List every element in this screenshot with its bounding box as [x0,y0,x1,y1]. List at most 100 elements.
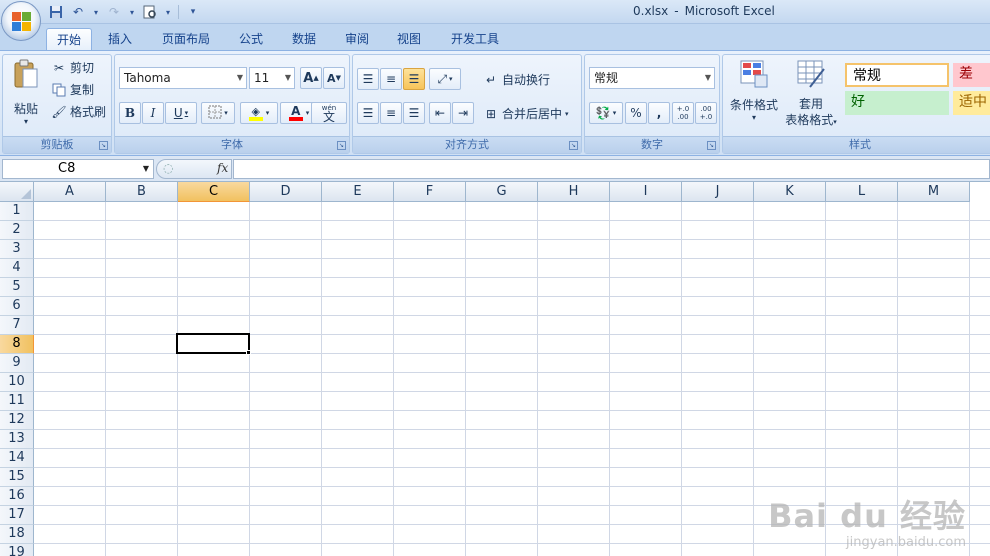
column-header-k[interactable]: K [754,182,826,202]
column-header-d[interactable]: D [250,182,322,202]
paste-button[interactable]: 粘贴 ▾ [9,59,43,129]
column-header-j[interactable]: J [682,182,754,202]
insert-function-button[interactable]: fx [217,161,228,175]
tab-formulas[interactable]: 公式 [229,28,273,50]
office-button[interactable] [1,1,41,41]
font-launcher-icon[interactable]: ↘ [337,141,346,150]
align-left-button[interactable]: ☰ [357,102,379,124]
number-launcher-icon[interactable]: ↘ [707,141,716,150]
column-header-i[interactable]: I [610,182,682,202]
row-header-9[interactable]: 9 [0,354,34,373]
align-bottom-button[interactable]: ☰ [403,68,425,90]
tab-page-layout[interactable]: 页面布局 [152,28,220,50]
fill-handle[interactable] [246,350,251,355]
style-good[interactable]: 好 [845,91,949,115]
undo-dropdown-icon[interactable]: ▾ [92,4,100,20]
column-header-a[interactable]: A [34,182,106,202]
row-header-4[interactable]: 4 [0,259,34,278]
increase-decimal-button[interactable]: +.0 .00 [672,102,694,124]
align-center-button[interactable]: ≡ [380,102,402,124]
accounting-button[interactable]: 💱 ▾ [589,102,623,124]
name-box[interactable]: C8 ▼ [2,159,154,179]
tab-view[interactable]: 视图 [387,28,431,50]
cut-button[interactable]: ✂ 剪切 [51,57,94,78]
fill-color-button[interactable]: ◈ ▾ [240,102,278,124]
column-header-c[interactable]: C [178,182,250,202]
row-header-5[interactable]: 5 [0,278,34,297]
style-normal[interactable]: 常规 [845,63,949,87]
comma-button[interactable]: , [648,102,670,124]
column-header-g[interactable]: G [466,182,538,202]
phonetic-button[interactable]: wén 文 [311,102,347,124]
font-size-combo[interactable]: 11 ▼ [249,67,295,89]
save-icon[interactable] [48,4,64,20]
redo-dropdown-icon[interactable]: ▾ [128,4,136,20]
formula-input[interactable] [233,159,990,179]
print-dropdown-icon[interactable]: ▾ [164,4,172,20]
decrease-decimal-button[interactable]: .00 +.0 [695,102,717,124]
grow-font-button[interactable]: A ▲ [300,67,322,89]
row-header-12[interactable]: 12 [0,411,34,430]
style-bad[interactable]: 差 [953,63,990,87]
row-header-1[interactable]: 1 [0,202,34,221]
row-header-19[interactable]: 19 [0,544,34,556]
row-header-13[interactable]: 13 [0,430,34,449]
active-cell-c8[interactable] [176,333,250,354]
format-as-table-button[interactable]: 套用 表格格式▾ [781,59,841,131]
cell-area[interactable] [34,202,990,556]
customize-icon[interactable]: ▾ [185,4,201,20]
row-header-2[interactable]: 2 [0,221,34,240]
row-header-11[interactable]: 11 [0,392,34,411]
tab-insert[interactable]: 插入 [98,28,142,50]
column-header-h[interactable]: H [538,182,610,202]
print-preview-icon[interactable] [142,4,158,20]
merge-center-button[interactable]: ⊞ 合并后居中 ▾ [483,103,569,124]
decrease-indent-button[interactable]: ⇤ [429,102,451,124]
row-header-6[interactable]: 6 [0,297,34,316]
row-header-10[interactable]: 10 [0,373,34,392]
font-name-combo[interactable]: Tahoma ▼ [119,67,247,89]
row-header-15[interactable]: 15 [0,468,34,487]
format-as-table-dropdown-icon: ▾ [833,118,837,126]
row-header-18[interactable]: 18 [0,525,34,544]
style-neutral[interactable]: 适中 [953,91,990,115]
row-header-16[interactable]: 16 [0,487,34,506]
column-header-b[interactable]: B [106,182,178,202]
copy-button[interactable]: 复制 [51,79,94,100]
tab-home[interactable]: 开始 [46,28,93,50]
tab-review[interactable]: 审阅 [335,28,379,50]
conditional-format-button[interactable]: 条件格式 ▾ [725,59,783,131]
column-header-l[interactable]: L [826,182,898,202]
clipboard-launcher-icon[interactable]: ↘ [99,141,108,150]
undo-icon[interactable]: ↶ [70,4,86,20]
row-header-8[interactable]: 8 [0,335,34,354]
bold-button[interactable]: B [119,102,141,124]
column-header-f[interactable]: F [394,182,466,202]
alignment-launcher-icon[interactable]: ↘ [569,141,578,150]
expand-handle-icon[interactable]: ◌ [163,161,173,175]
orientation-button[interactable]: ⤢ ▾ [429,68,461,90]
tab-data[interactable]: 数据 [282,28,326,50]
number-format-combo[interactable]: 常规 ▼ [589,67,715,89]
select-all-button[interactable] [0,182,34,202]
row-header-14[interactable]: 14 [0,449,34,468]
align-right-button[interactable]: ☰ [403,102,425,124]
borders-button[interactable]: ▾ [201,102,235,124]
increase-indent-button[interactable]: ⇥ [452,102,474,124]
percent-button[interactable]: % [625,102,647,124]
tab-developer[interactable]: 开发工具 [441,28,509,50]
column-header-e[interactable]: E [322,182,394,202]
shrink-font-button[interactable]: A ▼ [323,67,345,89]
row-header-17[interactable]: 17 [0,506,34,525]
format-painter-button[interactable]: 🖌 格式刷 [51,101,106,122]
align-middle-button[interactable]: ≡ [380,68,402,90]
column-header-m[interactable]: M [898,182,970,202]
redo-icon[interactable]: ↷ [106,4,122,20]
row-header-7[interactable]: 7 [0,316,34,335]
italic-button[interactable]: I [142,102,164,124]
merge-dropdown-icon: ▾ [565,109,569,118]
underline-button[interactable]: U ▾ [165,102,197,124]
align-top-button[interactable]: ☰ [357,68,379,90]
row-header-3[interactable]: 3 [0,240,34,259]
wrap-text-button[interactable]: ↵ 自动换行 [483,69,550,90]
